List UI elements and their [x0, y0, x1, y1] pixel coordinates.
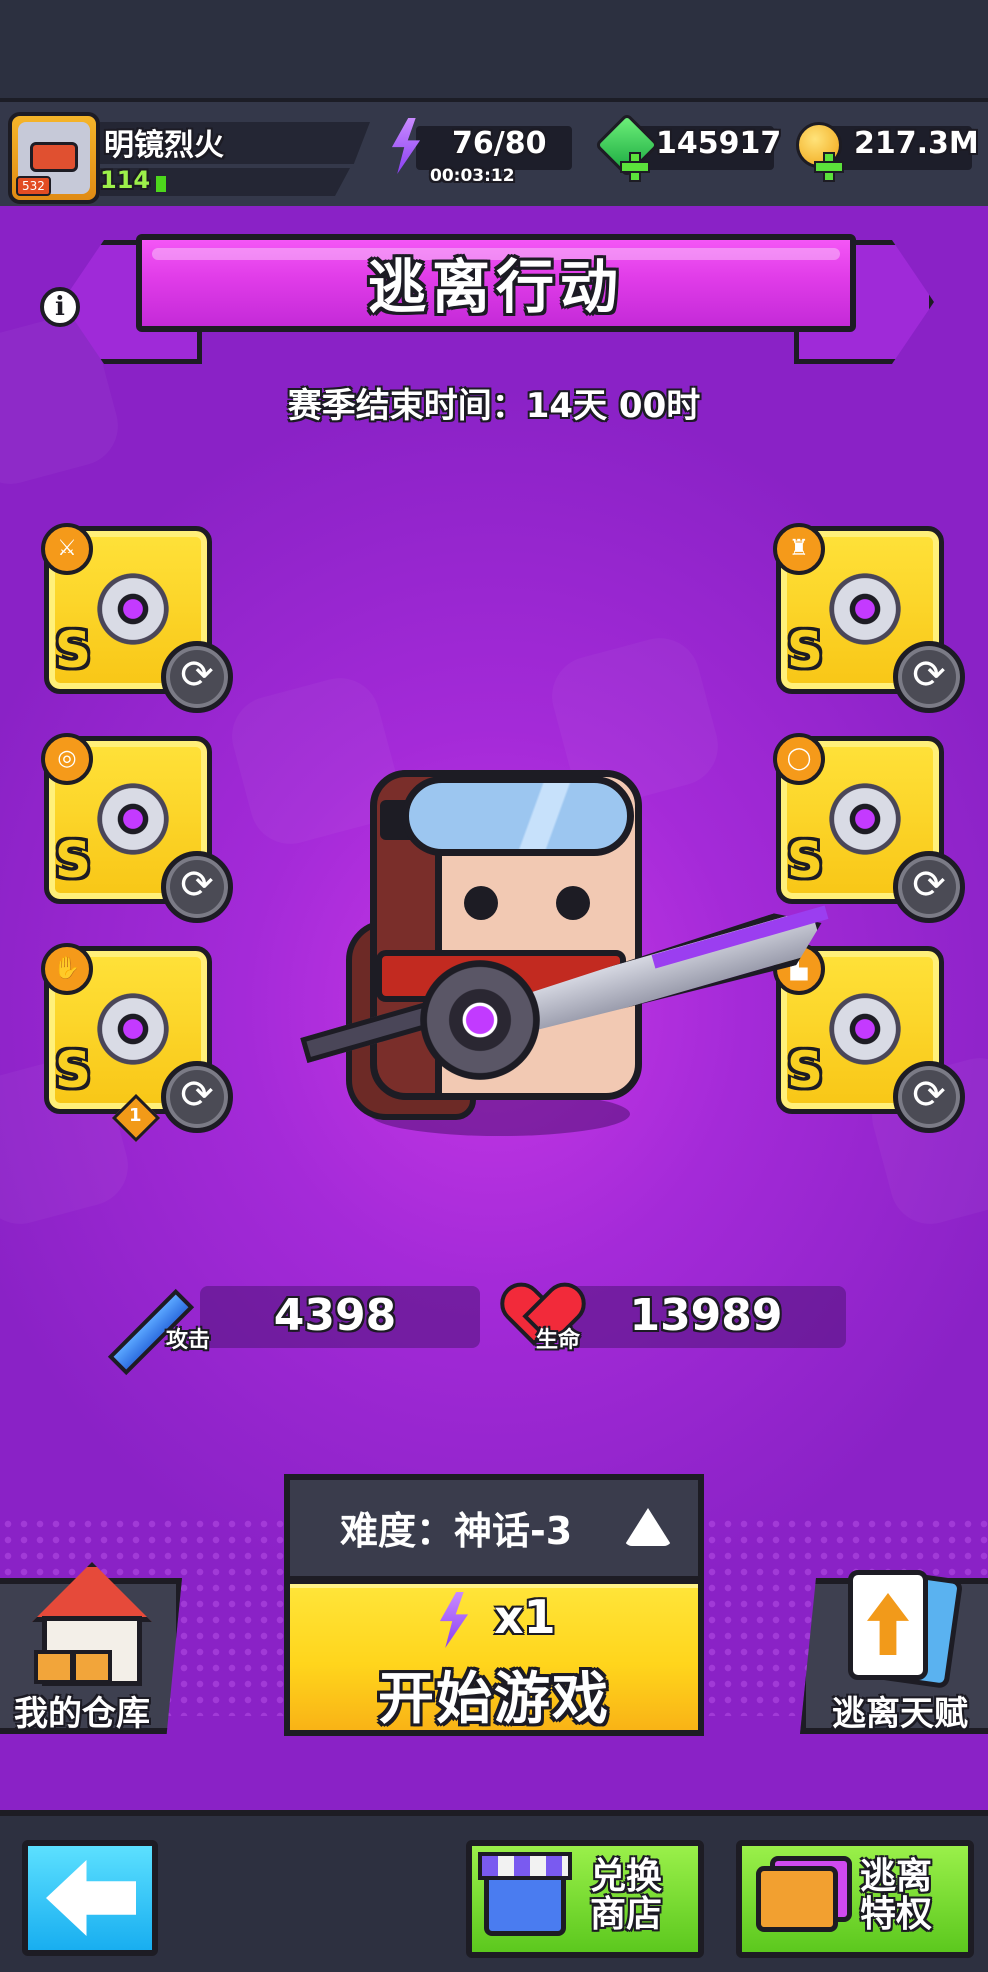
item-grade: S	[55, 621, 92, 679]
boots-item-icon	[817, 981, 913, 1077]
energy-value: 76/80	[452, 126, 547, 161]
equipment-slot-boots[interactable]: ▙ S ⟳	[773, 943, 965, 1133]
energy-cost: x1	[494, 1590, 556, 1644]
player-avatar[interactable]: 532	[8, 112, 100, 204]
sword-guard	[420, 960, 540, 1080]
privilege-card-icon	[756, 1866, 838, 1932]
exchange-shop-label-line2: 商店	[589, 1894, 662, 1935]
player-level: 114	[100, 166, 151, 194]
armor-item-icon	[817, 561, 913, 657]
swap-icon[interactable]: ⟳	[893, 641, 965, 713]
attack-label: 攻击	[166, 1328, 211, 1353]
equipment-slot-ring[interactable]: ◯ S ⟳	[773, 733, 965, 923]
add-gold-icon[interactable]	[814, 152, 844, 182]
shop-awning-icon	[478, 1852, 572, 1880]
player-name: 明镜烈火	[104, 128, 224, 163]
talent-card-icon	[848, 1570, 928, 1680]
level-progress-fill	[156, 176, 166, 192]
necklace-item-icon	[85, 771, 181, 867]
top-header: 532 明镜烈火 114 76/80 00:03:12 145917 217.3…	[0, 98, 988, 206]
glove-category-icon: ✋	[41, 943, 93, 995]
warehouse-label: 我的仓库	[14, 1694, 150, 1734]
equipment-slot-weapon[interactable]: ⚔ S ⟳	[41, 523, 233, 713]
info-icon[interactable]: i	[40, 287, 80, 327]
weapon-item-icon	[85, 561, 181, 657]
escape-privilege-label-line2: 特权	[859, 1894, 932, 1935]
character-right-eye	[556, 886, 590, 920]
page-title: 逃离行动	[367, 253, 624, 321]
escape-privilege-label: 逃离 特权	[856, 1858, 936, 1934]
character-left-eye	[464, 886, 498, 920]
gold-value: 217.3M	[854, 126, 979, 161]
necklace-category-icon: ◎	[41, 733, 93, 785]
enhance-level: 1	[129, 1105, 142, 1126]
avatar-weapon-icon	[30, 142, 78, 172]
swap-icon[interactable]: ⟳	[893, 851, 965, 923]
escape-talent-label: 逃离天赋	[832, 1694, 968, 1734]
start-game-label: 开始游戏	[378, 1667, 610, 1732]
swap-icon[interactable]: ⟳	[893, 1061, 965, 1133]
swap-icon[interactable]: ⟳	[161, 641, 233, 713]
equipment-slot-armor[interactable]: ♜ S ⟳	[773, 523, 965, 713]
ring-category-icon: ◯	[773, 733, 825, 785]
warehouse-box-icon	[34, 1650, 74, 1684]
avatar-level-badge: 532	[16, 176, 51, 196]
hp-value: 13989	[629, 1290, 783, 1341]
equipment-slot-necklace[interactable]: ◎ S ⟳	[41, 733, 233, 923]
hp-label: 生命	[536, 1328, 581, 1353]
item-grade: S	[787, 1041, 824, 1099]
difficulty-label: 难度：神话-3	[340, 1509, 573, 1553]
status-bar	[0, 0, 988, 98]
warehouse-box-icon	[72, 1650, 112, 1684]
gem-value: 145917	[656, 126, 782, 161]
character-goggles	[402, 776, 634, 856]
swap-icon[interactable]: ⟳	[161, 851, 233, 923]
ring-item-icon	[817, 771, 913, 867]
arrow-up-icon	[867, 1593, 909, 1655]
energy-timer: 00:03:12	[430, 166, 515, 186]
equipment-slot-gloves[interactable]: ✋ S 1 ⟳	[41, 943, 233, 1143]
swap-icon[interactable]: ⟳	[161, 1061, 233, 1133]
item-grade: S	[787, 621, 824, 679]
exchange-shop-label: 兑换 商店	[586, 1858, 666, 1934]
item-grade: S	[55, 831, 92, 889]
exchange-shop-label-line1: 兑换	[589, 1856, 662, 1897]
escape-privilege-label-line1: 逃离	[859, 1856, 932, 1897]
sword-category-icon: ⚔	[41, 523, 93, 575]
item-grade: S	[787, 831, 824, 889]
gloves-item-icon	[85, 981, 181, 1077]
add-gems-icon[interactable]	[620, 152, 650, 182]
armor-category-icon: ♜	[773, 523, 825, 575]
season-end-time: 赛季结束时间：14天 00时	[287, 386, 701, 426]
item-grade: S	[55, 1041, 92, 1099]
attack-value: 4398	[273, 1290, 397, 1341]
